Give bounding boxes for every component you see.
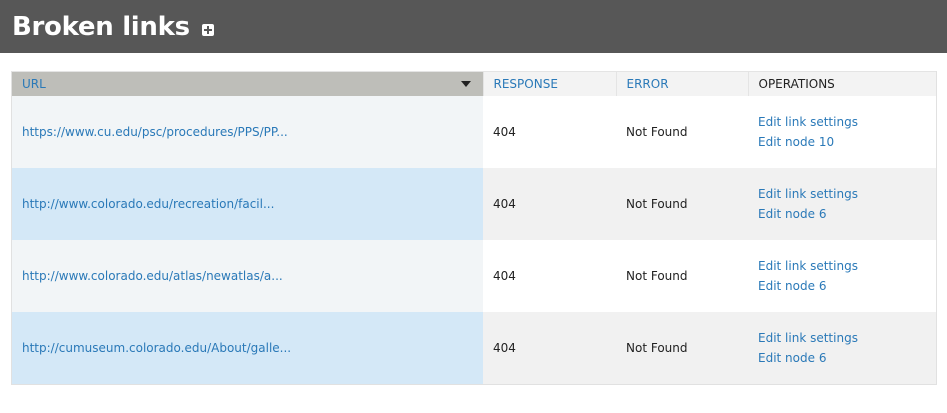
edit-link-settings-link[interactable]: Edit link settings <box>758 328 926 348</box>
plus-square-icon[interactable] <box>201 23 214 36</box>
url-text: http://www.colorado.edu/recreation/facil… <box>22 196 275 211</box>
url-text: http://www.colorado.edu/atlas/newatlas/a… <box>22 268 283 283</box>
error-cell: Not Found <box>616 311 748 384</box>
edit-link-settings-link[interactable]: Edit link settings <box>758 184 926 204</box>
url-cell: http://www.colorado.edu/recreation/facil… <box>12 167 483 240</box>
table-header-row: URL RESPONSE ERROR OPERATIONS <box>12 71 936 96</box>
edit-link-settings-link[interactable]: Edit link settings <box>758 256 926 276</box>
error-cell: Not Found <box>616 167 748 240</box>
table-row: https://www.cu.edu/psc/procedures/PPS/PP… <box>12 95 936 168</box>
page-header: Broken links <box>0 0 947 53</box>
response-cell: 404 <box>483 311 616 384</box>
column-header-operations: OPERATIONS <box>747 71 936 96</box>
operations-cell: Edit link settings Edit node 6 <box>748 167 936 240</box>
response-cell: 404 <box>483 95 616 168</box>
column-header-url[interactable]: URL <box>12 71 483 96</box>
column-header-url-label: URL <box>22 76 46 91</box>
error-cell: Not Found <box>616 239 748 312</box>
edit-node-link[interactable]: Edit node 6 <box>758 276 926 296</box>
edit-node-link[interactable]: Edit node 6 <box>758 204 926 224</box>
table-row: http://cumuseum.colorado.edu/About/galle… <box>12 311 936 384</box>
url-cell: https://www.cu.edu/psc/procedures/PPS/PP… <box>12 95 483 168</box>
response-cell: 404 <box>483 239 616 312</box>
operations-cell: Edit link settings Edit node 6 <box>748 311 936 384</box>
edit-node-link[interactable]: Edit node 6 <box>758 348 926 368</box>
caret-down-icon <box>460 81 471 87</box>
edit-node-link[interactable]: Edit node 10 <box>758 132 926 152</box>
broken-links-table: URL RESPONSE ERROR OPERATIONS https://ww… <box>11 71 937 385</box>
url-text: http://cumuseum.colorado.edu/About/galle… <box>22 340 292 355</box>
column-header-error[interactable]: ERROR <box>615 71 748 96</box>
edit-link-settings-link[interactable]: Edit link settings <box>758 112 926 132</box>
table-row: http://www.colorado.edu/recreation/facil… <box>12 167 936 240</box>
operations-cell: Edit link settings Edit node 6 <box>748 239 936 312</box>
url-text: https://www.cu.edu/psc/procedures/PPS/PP… <box>22 124 288 139</box>
url-cell: http://www.colorado.edu/atlas/newatlas/a… <box>12 239 483 312</box>
error-cell: Not Found <box>616 95 748 168</box>
table-row: http://www.colorado.edu/atlas/newatlas/a… <box>12 239 936 312</box>
operations-cell: Edit link settings Edit node 10 <box>748 95 936 168</box>
page-title: Broken links <box>12 11 190 42</box>
response-cell: 404 <box>483 167 616 240</box>
column-header-response[interactable]: RESPONSE <box>482 71 616 96</box>
url-cell: http://cumuseum.colorado.edu/About/galle… <box>12 311 483 384</box>
